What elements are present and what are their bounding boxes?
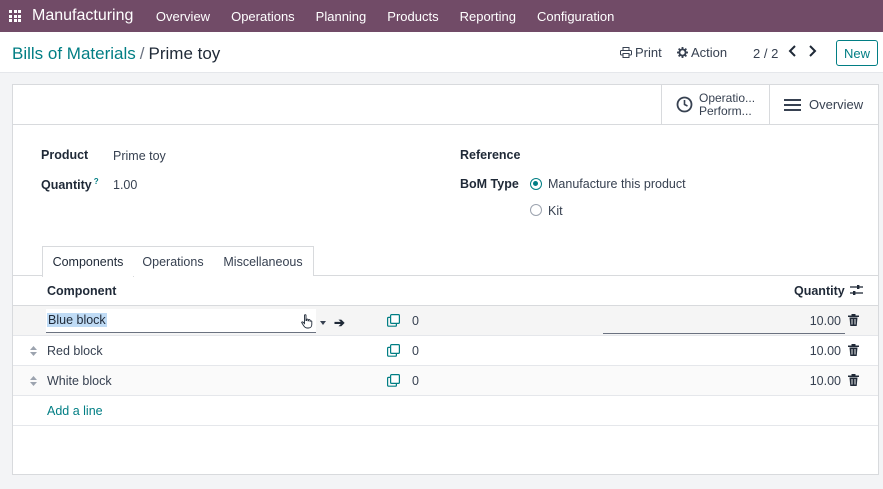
print-button[interactable]: Print bbox=[620, 45, 662, 60]
copy-icon[interactable] bbox=[387, 344, 400, 357]
bom-type-kit-radio[interactable] bbox=[530, 204, 542, 216]
consumed-value: 0 bbox=[412, 374, 419, 388]
component-input[interactable]: Blue block ➔ bbox=[46, 309, 345, 333]
menu-products[interactable]: Products bbox=[377, 9, 449, 24]
form-sheet: Operatio... Perform... Overview Product … bbox=[12, 84, 879, 475]
breadcrumb-parent[interactable]: Bills of Materials bbox=[12, 44, 136, 63]
optional-columns-icon[interactable] bbox=[850, 284, 863, 296]
action-button[interactable]: Action bbox=[677, 45, 727, 60]
table-row[interactable]: White block 0 10.00 bbox=[13, 366, 878, 396]
consumed-value: 0 bbox=[412, 314, 419, 328]
internal-link-arrow-icon[interactable]: ➔ bbox=[334, 315, 345, 331]
trash-icon[interactable] bbox=[848, 374, 859, 386]
menu-configuration[interactable]: Configuration bbox=[526, 9, 624, 24]
trash-icon[interactable] bbox=[848, 314, 859, 326]
component-name[interactable]: Red block bbox=[47, 344, 103, 358]
trash-icon[interactable] bbox=[848, 344, 859, 356]
quantity-column-header[interactable]: Quantity bbox=[794, 284, 845, 298]
operations-button-line2: Perform... bbox=[699, 103, 752, 118]
control-panel: Bills of Materials / Prime toy Print Actio… bbox=[0, 32, 883, 73]
gear-icon bbox=[677, 47, 688, 58]
menu-overview[interactable]: Overview bbox=[145, 9, 220, 24]
menu-reporting[interactable]: Reporting bbox=[449, 9, 526, 24]
quantity-value[interactable]: 10.00 bbox=[810, 344, 841, 358]
clock-icon bbox=[676, 96, 693, 113]
tab-operations[interactable]: Operations bbox=[133, 246, 214, 276]
table-bottom-divider bbox=[13, 425, 878, 426]
copy-icon[interactable] bbox=[387, 314, 400, 327]
overview-label: Overview bbox=[809, 97, 864, 112]
caret-down-icon[interactable] bbox=[320, 321, 326, 325]
pager-value[interactable]: 2 / 2 bbox=[753, 46, 778, 61]
consumed-value: 0 bbox=[412, 344, 419, 358]
bom-type-label: BoM Type bbox=[460, 177, 519, 191]
drag-handle-icon[interactable] bbox=[30, 376, 37, 386]
bom-type-kit-label[interactable]: Kit bbox=[548, 204, 563, 218]
printer-icon bbox=[620, 47, 632, 58]
bars-icon bbox=[784, 98, 801, 111]
hand-cursor-icon bbox=[301, 314, 313, 329]
components-table-header: Component Quantity bbox=[13, 276, 878, 306]
table-row[interactable]: Blue block ➔ 0 10.00 bbox=[13, 306, 878, 336]
menu-operations[interactable]: Operations bbox=[221, 9, 306, 24]
tab-miscellaneous[interactable]: Miscellaneous bbox=[213, 246, 314, 276]
bom-type-manufacture-radio[interactable] bbox=[530, 178, 542, 190]
print-label: Print bbox=[635, 45, 662, 60]
notebook-tabs: Components Operations Miscellaneous bbox=[13, 246, 878, 277]
quantity-label-text: Quantity bbox=[41, 178, 92, 193]
breadcrumb-current: Prime toy bbox=[148, 44, 221, 63]
bom-type-manufacture-label[interactable]: Manufacture this product bbox=[548, 177, 686, 191]
component-input-value: Blue block bbox=[47, 313, 107, 327]
operations-performance-button[interactable]: Operatio... Perform... bbox=[661, 85, 770, 124]
quantity-value[interactable]: 10.00 bbox=[810, 374, 841, 388]
copy-icon[interactable] bbox=[387, 374, 400, 387]
reference-label: Reference bbox=[460, 148, 521, 162]
quantity-input-underline bbox=[603, 333, 845, 334]
drag-handle-icon[interactable] bbox=[30, 346, 37, 356]
menu-planning[interactable]: Planning bbox=[305, 9, 377, 24]
breadcrumb: Bills of Materials / Prime toy bbox=[12, 44, 220, 64]
quantity-field[interactable]: 1.00 bbox=[113, 178, 137, 192]
product-field[interactable]: Prime toy bbox=[113, 149, 166, 163]
app-name[interactable]: Manufacturing bbox=[32, 7, 133, 25]
smart-button-box: Operatio... Perform... Overview bbox=[13, 85, 878, 125]
new-button[interactable]: New bbox=[836, 40, 878, 66]
quantity-help-icon[interactable]: ? bbox=[94, 177, 99, 186]
tab-components[interactable]: Components bbox=[42, 246, 134, 277]
table-row[interactable]: Red block 0 10.00 bbox=[13, 336, 878, 366]
apps-grid-icon[interactable] bbox=[9, 10, 21, 22]
action-label: Action bbox=[691, 45, 728, 60]
product-label: Product bbox=[41, 148, 89, 162]
quantity-value[interactable]: 10.00 bbox=[810, 314, 841, 328]
add-line-link[interactable]: Add a line bbox=[47, 404, 103, 418]
breadcrumb-separator: / bbox=[139, 44, 145, 63]
quantity-label: Quantity? bbox=[41, 177, 99, 192]
overview-button[interactable]: Overview bbox=[769, 85, 878, 124]
component-name[interactable]: White block bbox=[47, 374, 112, 388]
chevron-right-icon[interactable] bbox=[807, 44, 817, 58]
chevron-left-icon[interactable] bbox=[788, 44, 798, 58]
component-column-header[interactable]: Component bbox=[47, 284, 116, 298]
operations-button-line1: Operatio... bbox=[699, 90, 756, 105]
top-navbar: Manufacturing Overview Operations Planni… bbox=[0, 0, 883, 32]
